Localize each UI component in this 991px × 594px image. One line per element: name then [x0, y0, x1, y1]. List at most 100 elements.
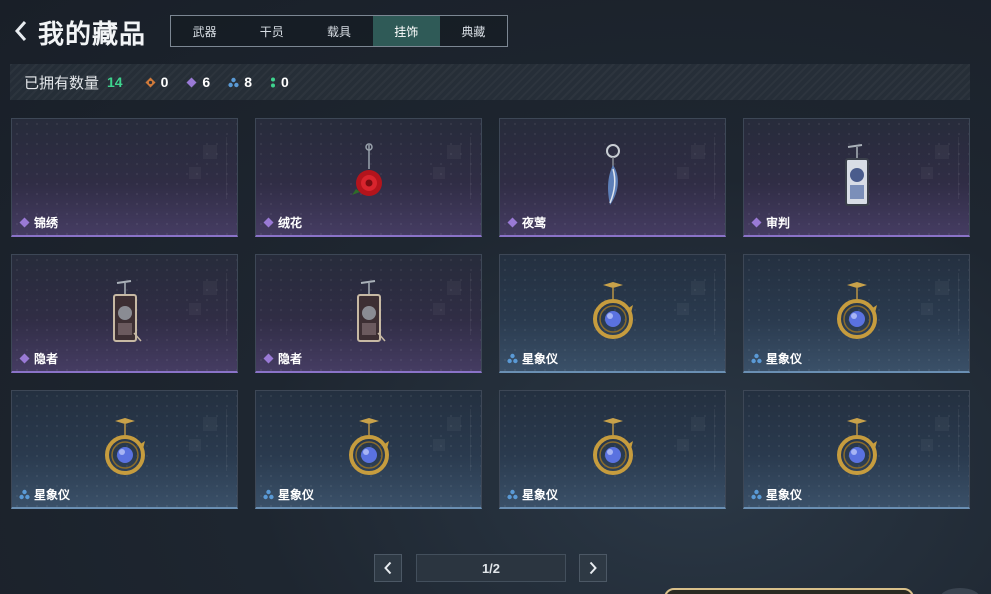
charm-name: 星象仪: [766, 352, 803, 366]
charm-label: 锦绣: [19, 214, 58, 231]
charm-label: 隐者: [19, 350, 58, 367]
category-tabs: 武器 干员 载具 挂饰 典藏: [170, 15, 508, 47]
bottom-action-button[interactable]: [664, 588, 914, 594]
charm-card[interactable]: 星象仪: [743, 254, 970, 373]
hermit-card-charm-art: [356, 280, 386, 342]
blue-cluster-icon: [228, 77, 239, 87]
charm-image: [589, 415, 637, 484]
charm-card[interactable]: 星象仪: [11, 390, 238, 509]
purple-diamond-icon: [263, 217, 274, 228]
charm-name: 星象仪: [34, 488, 71, 502]
tab-weapons[interactable]: 武器: [171, 16, 238, 46]
charm-name: 星象仪: [278, 488, 315, 502]
purple-diamond-icon: [186, 77, 197, 87]
charm-card[interactable]: 锦绣: [11, 118, 238, 237]
top-bar: 我的藏品 武器 干员 载具 挂饰 典藏: [0, 0, 991, 62]
rarity-count-value: 0: [280, 74, 289, 90]
purple-diamond-icon: [19, 217, 30, 228]
chevron-right-icon: [589, 561, 597, 575]
rarity-count-purple: 6: [186, 74, 210, 90]
back-button[interactable]: [10, 16, 32, 46]
charm-image: [598, 143, 628, 212]
green-dots-icon: [270, 77, 275, 87]
charm-image: [833, 415, 881, 484]
feather-charm-art: [605, 144, 620, 205]
charm-card[interactable]: 星象仪: [255, 390, 482, 509]
astrolabe-charm-art: [836, 418, 877, 475]
next-page-button[interactable]: [579, 554, 607, 582]
charm-card[interactable]: 隐者: [11, 254, 238, 373]
charm-card[interactable]: 星象仪: [499, 254, 726, 373]
tab-collection[interactable]: 典藏: [440, 16, 507, 46]
card-decoration: [915, 409, 959, 471]
purple-diamond-icon: [751, 217, 762, 228]
card-decoration: [671, 137, 715, 199]
charm-label: 夜莺: [507, 214, 546, 231]
charm-image: [107, 279, 143, 350]
tab-vehicles[interactable]: 载具: [305, 16, 372, 46]
card-decoration: [183, 409, 227, 471]
charm-card[interactable]: 星象仪: [499, 390, 726, 509]
charm-label: 绒花: [263, 214, 302, 231]
prev-page-button[interactable]: [374, 554, 402, 582]
owned-count-value: 14: [107, 74, 123, 90]
charm-name: 夜莺: [522, 216, 547, 230]
astrolabe-charm-art: [592, 282, 633, 339]
charm-card[interactable]: 隐者: [255, 254, 482, 373]
tab-charms[interactable]: 挂饰: [372, 16, 440, 46]
rarity-count-value: 6: [202, 74, 211, 90]
astrolabe-charm-art: [348, 418, 389, 475]
charm-name: 审判: [766, 216, 791, 230]
charm-label: 星象仪: [507, 486, 558, 503]
charm-label: 星象仪: [751, 486, 802, 503]
charm-card[interactable]: 夜莺: [499, 118, 726, 237]
blue-cluster-icon: [507, 489, 518, 500]
card-decoration: [427, 273, 471, 335]
bottom-round-button[interactable]: [940, 588, 980, 594]
blue-cluster-icon: [507, 353, 518, 364]
blue-cluster-icon: [751, 489, 762, 500]
card-decoration: [671, 409, 715, 471]
charm-card[interactable]: 审判: [743, 118, 970, 237]
rarity-count-value: 0: [160, 74, 169, 90]
charm-name: 星象仪: [522, 488, 559, 502]
card-decoration: [427, 409, 471, 471]
rarity-count-orange: 0: [145, 74, 169, 90]
charm-name: 星象仪: [522, 352, 559, 366]
charm-label: 星象仪: [507, 350, 558, 367]
judgment-card-charm-art: [844, 144, 869, 206]
chevron-left-icon: [384, 561, 392, 575]
charm-image: [345, 415, 393, 484]
tab-operators[interactable]: 干员: [238, 16, 305, 46]
purple-diamond-icon: [507, 217, 518, 228]
charm-label: 隐者: [263, 350, 302, 367]
owned-count-label: 已拥有数量: [24, 74, 100, 92]
page-title: 我的藏品: [38, 19, 147, 49]
charm-name: 绒花: [278, 216, 303, 230]
charm-label: 星象仪: [263, 486, 314, 503]
charm-card[interactable]: 绒花: [255, 118, 482, 237]
charm-name: 锦绣: [34, 216, 59, 230]
charm-image: [351, 279, 387, 350]
rarity-count-blue: 8: [228, 74, 252, 90]
charm-image: [101, 415, 149, 484]
astrolabe-charm-art: [836, 282, 877, 339]
purple-diamond-icon: [263, 353, 274, 364]
card-decoration: [671, 273, 715, 335]
card-decoration: [915, 273, 959, 335]
astrolabe-charm-art: [592, 418, 633, 475]
charm-card[interactable]: 星象仪: [743, 390, 970, 509]
collection-grid: 锦绣 绒花 夜莺 审判 隐者 隐者 星象仪 星象仪 星象仪 星象仪 星象仪 星象仪: [11, 118, 971, 510]
page-indicator: 1/2: [416, 554, 566, 582]
charm-image: [589, 279, 637, 348]
charm-image: [842, 143, 872, 214]
blue-cluster-icon: [751, 353, 762, 364]
charm-image: [833, 279, 881, 348]
rarity-count-value: 8: [244, 74, 252, 90]
card-decoration: [427, 137, 471, 199]
charm-name: 隐者: [278, 352, 303, 366]
card-decoration: [183, 273, 227, 335]
charm-label: 星象仪: [19, 486, 70, 503]
hermit-card-charm-art: [112, 280, 142, 342]
rarity-count-green: 0: [270, 74, 289, 90]
